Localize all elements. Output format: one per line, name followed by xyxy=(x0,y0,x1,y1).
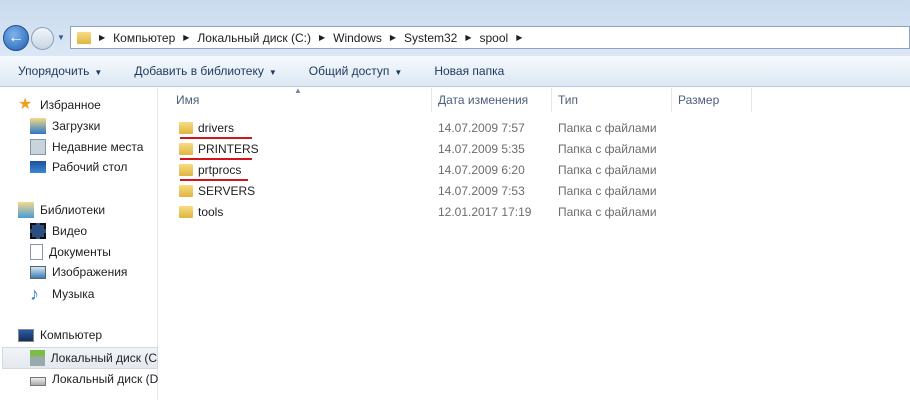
downloads-icon xyxy=(30,118,46,134)
chevron-right-icon: ▶ xyxy=(183,33,190,42)
nav-recent[interactable]: Недавние места xyxy=(30,139,143,155)
title-bar: ← ▼ ▶ Компьютер ▶ Локальный диск (C:) ▶ Win… xyxy=(0,0,910,56)
organize-button[interactable]: Упорядочить ▼ xyxy=(18,64,102,78)
crumb-system32[interactable]: System32 xyxy=(404,31,457,45)
chevron-right-icon: ▶ xyxy=(318,33,326,42)
file-type: Папка с файлами xyxy=(558,163,657,177)
nav-documents[interactable]: Документы xyxy=(30,244,111,260)
nav-label: Библиотеки xyxy=(40,203,106,217)
desktop-icon xyxy=(30,161,46,173)
video-icon xyxy=(30,223,46,239)
file-type: Папка с файлами xyxy=(558,205,657,219)
crumb-windows[interactable]: Windows xyxy=(333,31,382,45)
file-name: tools xyxy=(198,205,224,219)
nav-disk-c[interactable]: Локальный диск (C xyxy=(2,347,158,369)
computer-icon xyxy=(18,328,34,342)
nav-label: Музыка xyxy=(52,287,95,301)
file-name: PRINTERS xyxy=(198,142,259,156)
file-type: Папка с файлами xyxy=(558,184,657,198)
new-folder-button[interactable]: Новая папка xyxy=(434,64,504,78)
column-header-size[interactable]: Размер xyxy=(672,88,752,112)
column-header-type[interactable]: Тип xyxy=(552,88,672,112)
nav-video[interactable]: Видео xyxy=(30,223,87,239)
file-type: Папка с файлами xyxy=(558,121,657,135)
image-icon xyxy=(30,265,46,279)
dropdown-icon: ▼ xyxy=(394,68,403,77)
nav-downloads[interactable]: Загрузки xyxy=(30,118,100,134)
nav-desktop[interactable]: Рабочий стол xyxy=(30,160,127,174)
command-bar: Упорядочить ▼ Добавить в библиотеку ▼ Общи… xyxy=(0,56,910,87)
crumb-computer[interactable]: Компьютер xyxy=(113,31,175,45)
crumb-spool[interactable]: spool xyxy=(480,31,509,45)
file-row[interactable]: tools 12.01.2017 17:19 Папка с файлами xyxy=(170,202,670,222)
nav-label: Недавние места xyxy=(52,140,144,154)
folder-icon xyxy=(179,206,193,218)
nav-label: Локальный диск (C xyxy=(50,351,157,365)
libraries-icon xyxy=(18,202,34,218)
file-date: 14.07.2009 6:20 xyxy=(438,163,525,177)
column-header-name[interactable]: Имя ▲ xyxy=(170,86,432,112)
folder-icon xyxy=(179,122,193,134)
file-name: prtprocs xyxy=(198,163,242,177)
file-date: 12.01.2017 17:19 xyxy=(438,205,532,219)
folder-icon xyxy=(77,31,91,44)
file-row[interactable]: drivers 14.07.2009 7:57 Папка с файлами xyxy=(170,118,670,139)
dropdown-icon: ▼ xyxy=(94,68,103,77)
chevron-right-icon: ▶ xyxy=(99,33,106,42)
column-name-label: Имя xyxy=(176,93,200,107)
nav-disk-d[interactable]: Локальный диск (D xyxy=(30,372,158,386)
forward-button[interactable] xyxy=(31,27,54,50)
folder-icon xyxy=(179,185,193,197)
share-button[interactable]: Общий доступ ▼ xyxy=(309,64,403,78)
file-date: 14.07.2009 7:53 xyxy=(438,184,525,198)
nav-label: Компьютер xyxy=(40,328,103,342)
sort-ascending-icon: ▲ xyxy=(294,86,302,95)
file-type: Папка с файлами xyxy=(558,142,657,156)
file-name: drivers xyxy=(198,121,235,135)
star-icon: ★ xyxy=(18,96,33,113)
file-name: SERVERS xyxy=(198,184,256,198)
add-library-button[interactable]: Добавить в библиотеку ▼ xyxy=(134,64,276,78)
file-row[interactable]: PRINTERS 14.07.2009 5:35 Папка с файлами xyxy=(170,139,670,160)
document-icon xyxy=(30,244,43,260)
dropdown-icon: ▼ xyxy=(268,68,277,77)
folder-icon xyxy=(179,143,193,155)
add-library-label: Добавить в библиотеку xyxy=(134,64,264,78)
column-header-date[interactable]: Дата изменения xyxy=(432,88,552,112)
chevron-right-icon: ▶ xyxy=(465,33,472,42)
recent-places-icon xyxy=(30,139,46,155)
share-label: Общий доступ xyxy=(308,64,390,78)
file-row[interactable]: prtprocs 14.07.2009 6:20 Папка с файлами xyxy=(170,160,670,181)
system-disk-icon xyxy=(30,350,45,366)
history-dropdown[interactable]: ▼ xyxy=(57,33,65,42)
organize-label: Упорядочить xyxy=(18,64,90,78)
crumb-disk-c[interactable]: Локальный диск (C:) xyxy=(197,31,311,45)
nav-label: Видео xyxy=(52,224,88,238)
nav-computer[interactable]: Компьютер xyxy=(18,328,102,342)
nav-label: Изображения xyxy=(52,265,128,279)
chevron-right-icon[interactable]: ▶ xyxy=(516,33,522,42)
file-date: 14.07.2009 7:57 xyxy=(438,121,525,135)
nav-images[interactable]: Изображения xyxy=(30,265,127,279)
folder-icon xyxy=(179,164,193,176)
nav-label: Локальный диск (D xyxy=(52,372,159,386)
address-bar[interactable]: ▶ Компьютер ▶ Локальный диск (C:) ▶ Windows… xyxy=(70,26,910,49)
file-date: 14.07.2009 5:35 xyxy=(438,142,525,156)
file-row[interactable]: SERVERS 14.07.2009 7:53 Папка с файлами xyxy=(170,181,670,201)
back-button[interactable]: ← xyxy=(3,25,29,51)
navigation-pane: ★ Избранное Загрузки Недавние места Рабоч… xyxy=(0,88,158,400)
nav-music[interactable]: ♪ Музыка xyxy=(30,284,95,304)
nav-label: Документы xyxy=(49,245,111,259)
nav-libraries[interactable]: Библиотеки xyxy=(18,202,105,218)
disk-icon xyxy=(30,377,46,386)
chevron-right-icon: ▶ xyxy=(389,33,396,42)
music-icon: ♪ xyxy=(30,284,39,304)
nav-label: Рабочий стол xyxy=(52,160,128,174)
nav-label: Избранное xyxy=(40,98,101,112)
nav-label: Загрузки xyxy=(52,119,101,133)
nav-favorites[interactable]: ★ Избранное xyxy=(18,97,101,113)
